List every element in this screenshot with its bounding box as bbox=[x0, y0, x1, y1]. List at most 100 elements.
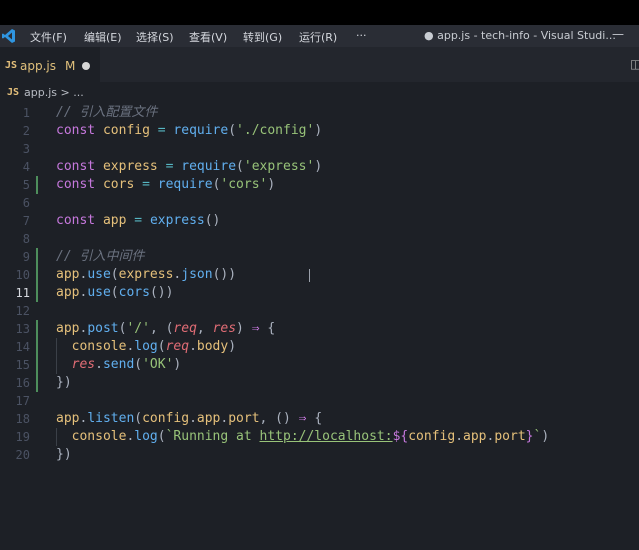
code-token: log bbox=[134, 429, 158, 444]
line-number: 6 bbox=[22, 196, 30, 210]
code-token: express bbox=[118, 267, 174, 282]
code-token: . bbox=[189, 339, 197, 354]
menu-run[interactable]: 运行(R) bbox=[299, 29, 337, 45]
line-number: 9 bbox=[22, 250, 30, 264]
code-token: use bbox=[87, 285, 111, 300]
code-token: ()) bbox=[149, 285, 174, 300]
code-token: }) bbox=[56, 447, 72, 462]
code-token: require bbox=[157, 177, 213, 192]
code-token: console bbox=[71, 339, 127, 354]
code-token: = bbox=[149, 123, 174, 138]
code-line[interactable]: 12 bbox=[0, 302, 639, 320]
code-token: req bbox=[165, 339, 190, 354]
code-token: app bbox=[56, 321, 80, 336]
code-token: , ( bbox=[149, 321, 174, 336]
code-token: ( bbox=[236, 159, 244, 174]
code-line[interactable]: 8 bbox=[0, 230, 639, 248]
code-token: post bbox=[87, 321, 119, 336]
code-token: config bbox=[142, 411, 190, 426]
line-number: 4 bbox=[22, 160, 30, 174]
unsaved-dot-icon[interactable] bbox=[82, 62, 90, 70]
javascript-file-icon: JS bbox=[5, 60, 18, 71]
code-line[interactable]: 14 console.log(req.body) bbox=[0, 338, 639, 356]
code-token: ) bbox=[314, 159, 323, 174]
code-token: = bbox=[134, 177, 158, 192]
tab-filename: app.js bbox=[20, 59, 56, 73]
code-text: // 引入中间件 bbox=[56, 248, 144, 266]
code-token: = bbox=[126, 213, 150, 228]
line-number: 1 bbox=[22, 106, 30, 120]
line-number: 18 bbox=[15, 412, 30, 426]
title-bar: 文件(F) 编辑(E) 选择(S) 查看(V) 转到(G) 运行(R) ··· … bbox=[0, 25, 639, 47]
code-text: }) bbox=[56, 446, 72, 464]
code-line[interactable]: 3 bbox=[0, 140, 639, 158]
git-modified-badge: M bbox=[65, 59, 76, 73]
code-line[interactable]: 10 app.use(express.json()) bbox=[0, 266, 639, 284]
split-editor-icon[interactable]: ◫ bbox=[630, 57, 639, 71]
line-number: 2 bbox=[22, 124, 30, 138]
code-line[interactable]: 1 // 引入配置文件 bbox=[0, 104, 639, 122]
code-token: const bbox=[56, 123, 103, 138]
code-line[interactable]: 11 app.use(cors()) bbox=[0, 284, 639, 302]
code-token: app bbox=[56, 411, 80, 426]
code-line[interactable]: 19 console. log(`Running at http://localh… bbox=[0, 428, 639, 446]
code-token: '/' bbox=[126, 321, 150, 336]
code-text: console. log(`Running at http://localhost… bbox=[56, 428, 549, 446]
line-number: 10 bbox=[15, 268, 30, 282]
code-line[interactable]: 5 const cors = require('cors') bbox=[0, 176, 639, 194]
code-line[interactable]: 6 bbox=[0, 194, 639, 212]
code-token: ) bbox=[236, 321, 252, 336]
code-token: ( bbox=[157, 429, 166, 444]
code-token: log bbox=[134, 339, 158, 354]
code-token: config bbox=[102, 123, 150, 138]
code-token: 'express' bbox=[243, 159, 315, 174]
code-line[interactable]: 2 const config = require('./config') bbox=[0, 122, 639, 140]
code-line[interactable]: 18 app.listen(config.app.port, () ⇒ { bbox=[0, 410, 639, 428]
code-line[interactable]: 4 const express = require('express') bbox=[0, 158, 639, 176]
code-token: // 引入配置文件 bbox=[56, 105, 158, 120]
breadcrumb-file[interactable]: app.js > ... bbox=[24, 86, 84, 99]
vscode-logo-icon bbox=[2, 29, 15, 43]
code-line[interactable]: 15 res.send('OK') bbox=[0, 356, 639, 374]
code-token: = bbox=[157, 159, 182, 174]
code-token: { bbox=[306, 411, 323, 426]
code-line[interactable]: 9 // 引入中间件 bbox=[0, 248, 639, 266]
javascript-file-icon: JS bbox=[7, 87, 20, 98]
line-number: 12 bbox=[15, 304, 30, 318]
menu-selection[interactable]: 选择(S) bbox=[136, 29, 174, 45]
code-token: app bbox=[56, 267, 80, 282]
code-line[interactable]: 17 bbox=[0, 392, 639, 410]
code-token: ⇒ bbox=[298, 411, 307, 426]
code-token: , () bbox=[259, 411, 299, 426]
breadcrumb: JS app.js > ... bbox=[0, 82, 639, 104]
code-token: () bbox=[204, 213, 221, 228]
code-token: express bbox=[102, 159, 158, 174]
menu-file[interactable]: 文件(F) bbox=[30, 29, 67, 45]
code-token: ) bbox=[228, 339, 237, 354]
code-token: 'cors' bbox=[220, 177, 268, 192]
code-token: ⇒ bbox=[251, 321, 260, 336]
tab-app-js[interactable]: JS app.js M bbox=[0, 47, 100, 82]
line-number: 14 bbox=[15, 340, 30, 354]
code-line[interactable]: 16}) bbox=[0, 374, 639, 392]
code-token: ( bbox=[110, 285, 119, 300]
menu-edit[interactable]: 编辑(E) bbox=[84, 29, 122, 45]
code-line[interactable]: 13 app.post('/', (req, res) ⇒ { bbox=[0, 320, 639, 338]
code-token: ( bbox=[134, 357, 143, 372]
code-editor[interactable]: 1// 引入配置文件 2 const config = require('./con… bbox=[0, 104, 639, 550]
code-token: ( bbox=[157, 339, 166, 354]
code-token: cors bbox=[118, 285, 150, 300]
code-line[interactable]: 20}) bbox=[0, 446, 639, 464]
code-token: ( bbox=[228, 123, 237, 138]
code-line[interactable]: 7 const app = express() bbox=[0, 212, 639, 230]
menu-view[interactable]: 查看(V) bbox=[189, 29, 227, 45]
code-token: // 引入中间件 bbox=[56, 249, 145, 264]
code-token: app bbox=[102, 213, 127, 228]
code-token: ()) bbox=[212, 267, 237, 282]
menu-more[interactable]: ··· bbox=[356, 29, 367, 42]
code-token: http://localhost: bbox=[259, 429, 393, 444]
minimize-button[interactable]: — bbox=[612, 27, 624, 41]
menu-go[interactable]: 转到(G) bbox=[243, 29, 282, 45]
